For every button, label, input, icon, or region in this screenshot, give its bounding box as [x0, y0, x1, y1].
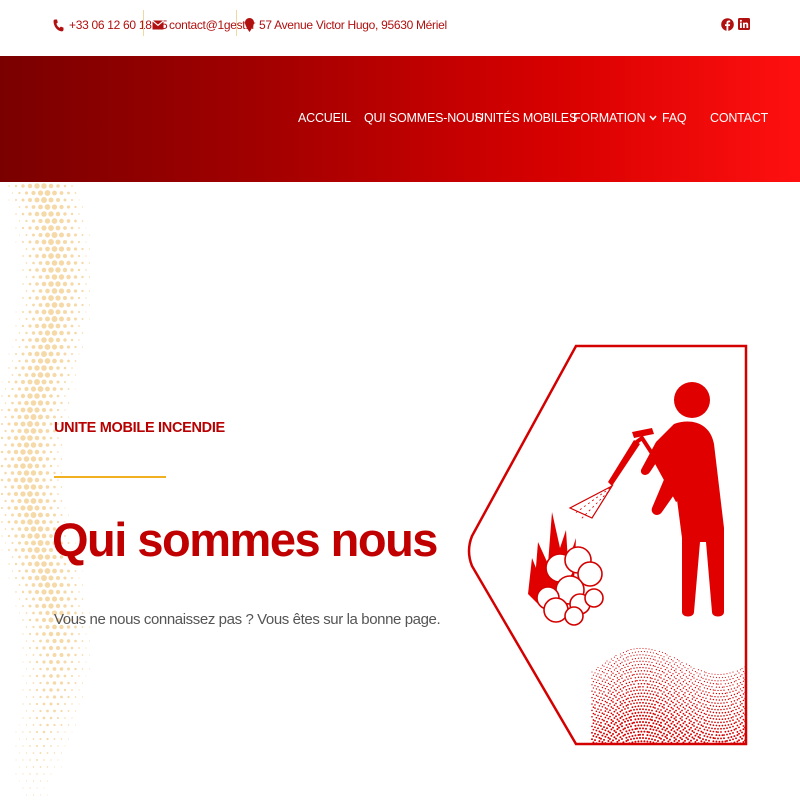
nav-label: FORMATION: [573, 111, 646, 125]
nav-label: FAQ: [662, 111, 687, 125]
hero-subtitle: Vous ne nous connaissez pas ? Vous êtes …: [54, 611, 441, 628]
phone-link[interactable]: +33 06 12 60 18 25: [53, 14, 168, 36]
nav-item-faq[interactable]: FAQ: [662, 111, 687, 125]
top-bar: +33 06 12 60 18 25 contact@1gest.fr 57 A…: [0, 0, 800, 56]
nav-label: ACCUEIL: [298, 111, 351, 125]
facebook-link[interactable]: [721, 16, 734, 32]
linkedin-link[interactable]: [738, 16, 750, 32]
address-text: 57 Avenue Victor Hugo, 95630 Mériel: [259, 18, 447, 32]
decorative-dot-pattern: [0, 183, 90, 796]
page-title: Qui sommes nous: [52, 513, 438, 566]
nav-label: QUI SOMMES-NOUS: [364, 111, 483, 125]
linkedin-icon: [738, 18, 750, 30]
nav-label: CONTACT: [710, 111, 769, 125]
facebook-icon: [721, 17, 734, 31]
nav-item-accueil[interactable]: ACCUEIL: [298, 111, 351, 125]
hero-divider: [54, 476, 166, 478]
nav-label: UNITÉS MOBILES: [475, 111, 578, 125]
separator: [143, 10, 144, 36]
mail-icon: [152, 20, 164, 30]
nav-item-unites-mobiles[interactable]: UNITÉS MOBILES: [475, 111, 577, 125]
phone-icon: [53, 19, 64, 31]
nav-item-qui-sommes-nous[interactable]: QUI SOMMES-NOUS: [364, 111, 483, 125]
map-pin-icon: [245, 18, 254, 32]
email-address: contact@1gest.fr: [169, 18, 256, 32]
email-link[interactable]: contact@1gest.fr: [152, 14, 255, 36]
address-link[interactable]: 57 Avenue Victor Hugo, 95630 Mériel: [245, 14, 447, 36]
separator: [236, 10, 237, 36]
hero-section: UNITE MOBILE INCENDIE Qui sommes nous Vo…: [0, 182, 800, 800]
nav-item-contact[interactable]: CONTACT: [710, 111, 768, 125]
main-header: ACCUEIL QUI SOMMES-NOUS UNITÉS MOBILES F…: [0, 56, 800, 182]
hero-eyebrow: UNITE MOBILE INCENDIE: [54, 420, 225, 436]
fire-extinguisher-illustration: [467, 344, 748, 746]
nav-item-formation[interactable]: FORMATION: [573, 111, 657, 125]
chevron-down-icon: [649, 115, 657, 121]
